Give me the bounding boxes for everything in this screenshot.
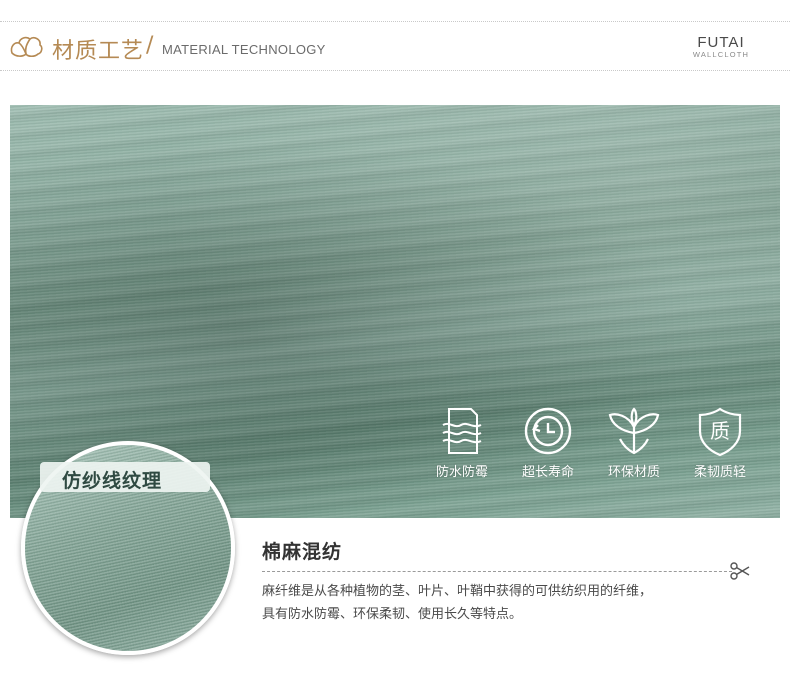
dashed-divider [262,571,732,572]
feature-waterproof: 防水防霉 [422,405,502,480]
quality-glyph: 质 [710,419,730,443]
cotton-icon [10,36,43,58]
feature-label: 超长寿命 [521,465,574,480]
feature-eco-material: 环保材质 [594,405,674,480]
scissors-icon [730,562,750,580]
quality-shield-icon: 质 [698,407,742,457]
section-title-cn: 材质工艺 [52,39,145,64]
feature-label: 柔韧质轻 [693,465,746,480]
brand-name: FUTAI [697,34,745,51]
material-description: 麻纤维是从各种植物的茎、叶片、叶鞘中获得的可供纺织用的纤维， 具有防水防霉、环保… [262,580,762,626]
brand-logo: FUTAI WALLCLOTH [686,35,756,60]
feature-flexible-light: 质 柔韧质轻 [680,405,760,480]
header-divider-bottom [0,70,790,71]
section-header: 材质工艺 / MATERIAL TECHNOLOGY FUTAI WALLCLO… [0,0,790,72]
title-separator: / [146,33,154,58]
material-title: 棉麻混纺 [262,541,343,563]
section-title-en: MATERIAL TECHNOLOGY [162,42,326,57]
feature-label: 防水防霉 [435,465,488,480]
feature-label: 环保材质 [607,465,660,480]
leaf-icon [608,407,660,455]
texture-label: 仿纱线纹理 [62,470,163,492]
waves-icon [442,408,482,454]
brand-subtitle: WALLCLOTH [692,50,750,59]
description-line: 具有防水防霉、环保柔韧、使用长久等特点。 [262,607,523,622]
description-line: 麻纤维是从各种植物的茎、叶片、叶鞘中获得的可供纺织用的纤维， [262,584,653,599]
clock-icon [524,407,572,455]
feature-long-life: 超长寿命 [508,405,588,480]
texture-label-box: 仿纱线纹理 [40,462,210,492]
header-divider-top [0,21,790,22]
